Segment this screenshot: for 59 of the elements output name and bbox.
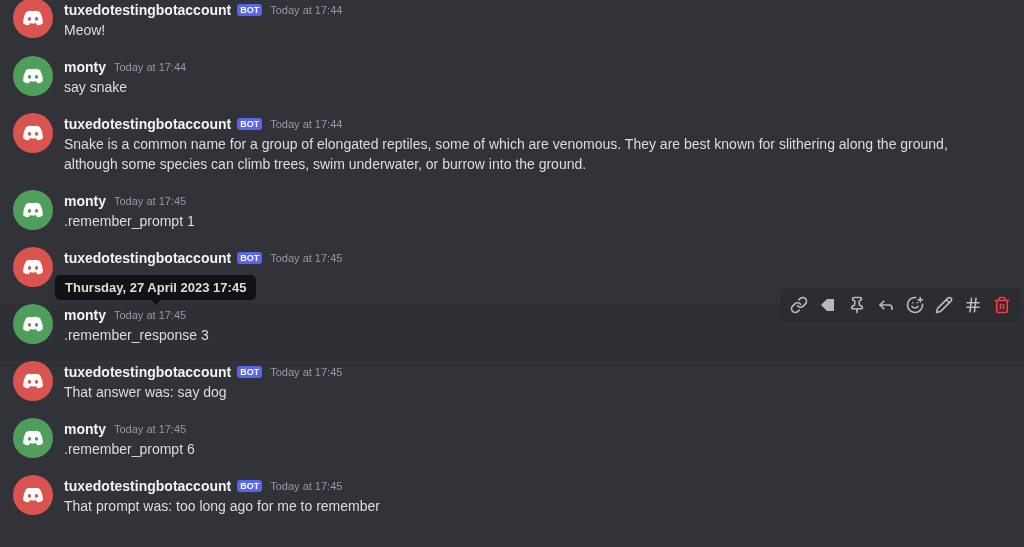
message-text: That answer was: say dog — [64, 383, 228, 402]
message-text: That prompt was: too long ago for me to remember — [64, 497, 380, 516]
username[interactable]: tuxedotestingbotaccount — [64, 478, 232, 494]
bot-tag: BOT — [237, 118, 263, 130]
pencil-icon — [935, 296, 953, 314]
username[interactable]: tuxedotestingbotaccount — [64, 250, 232, 266]
timestamp[interactable]: Today at 17:45 — [270, 366, 343, 378]
controller-icon — [22, 202, 44, 218]
avatar[interactable] — [13, 56, 53, 96]
bot-tag: BOT — [237, 480, 263, 492]
avatar[interactable] — [13, 418, 53, 458]
timestamp[interactable]: Today at 17:44 — [270, 118, 343, 130]
username[interactable]: tuxedotestingbotaccount — [64, 116, 232, 132]
username[interactable]: monty — [64, 59, 106, 75]
avatar[interactable] — [13, 0, 53, 38]
username[interactable]: monty — [64, 421, 106, 437]
avatar[interactable] — [13, 361, 53, 401]
username[interactable]: monty — [64, 307, 106, 323]
timestamp[interactable]: Today at 17:44 — [270, 4, 343, 16]
controller-icon — [22, 430, 44, 446]
message-text: Meow! — [64, 21, 107, 40]
tooltip-arrow — [150, 300, 161, 305]
avatar[interactable] — [13, 247, 53, 287]
controller-icon — [22, 316, 44, 332]
message-text: .remember_prompt 6 — [64, 440, 195, 459]
bot-tag: BOT — [237, 366, 263, 378]
controller-icon — [22, 373, 44, 389]
trash-icon — [993, 296, 1011, 314]
label-icon — [819, 296, 837, 314]
bot-tag: BOT — [237, 252, 263, 264]
username[interactable]: tuxedotestingbotaccount — [64, 364, 232, 380]
tooltip: Thursday, 27 April 2023 17:45 — [55, 275, 257, 300]
link-icon — [790, 296, 808, 314]
timestamp[interactable]: Today at 17:45 — [114, 423, 187, 435]
avatar[interactable] — [13, 475, 53, 515]
avatar[interactable] — [13, 113, 53, 153]
message-text: .remember_response 3 — [64, 326, 209, 345]
timestamp[interactable]: Today at 17:45 — [270, 252, 343, 264]
controller-icon — [22, 487, 44, 503]
controller-icon — [22, 10, 44, 26]
controller-icon — [22, 68, 44, 84]
timestamp[interactable]: Today at 17:44 — [114, 61, 187, 73]
controller-icon — [22, 125, 44, 141]
timestamp[interactable]: Today at 17:45 — [114, 309, 187, 321]
avatar[interactable] — [13, 190, 53, 230]
message-text: say snake — [64, 78, 129, 97]
bot-tag: BOT — [237, 4, 263, 16]
thread-icon — [964, 296, 982, 314]
message-text: .remember_prompt 1 — [64, 212, 195, 231]
username[interactable]: tuxedotestingbotaccount — [64, 2, 232, 18]
timestamp[interactable]: Today at 17:45 — [270, 480, 343, 492]
pin-icon — [848, 296, 866, 314]
timestamp[interactable]: Today at 17:45 — [114, 195, 187, 207]
controller-icon — [22, 259, 44, 275]
message-text: Snake is a common name for a group of elongated reptiles, some of which are venomous. They are best known for slithering along the ground, — [64, 135, 948, 154]
add-reaction-icon — [906, 296, 924, 314]
message-text: although some species can climb trees, swim underwater, or burrow into the ground. — [64, 155, 588, 174]
username[interactable]: monty — [64, 193, 106, 209]
avatar[interactable] — [13, 304, 53, 344]
